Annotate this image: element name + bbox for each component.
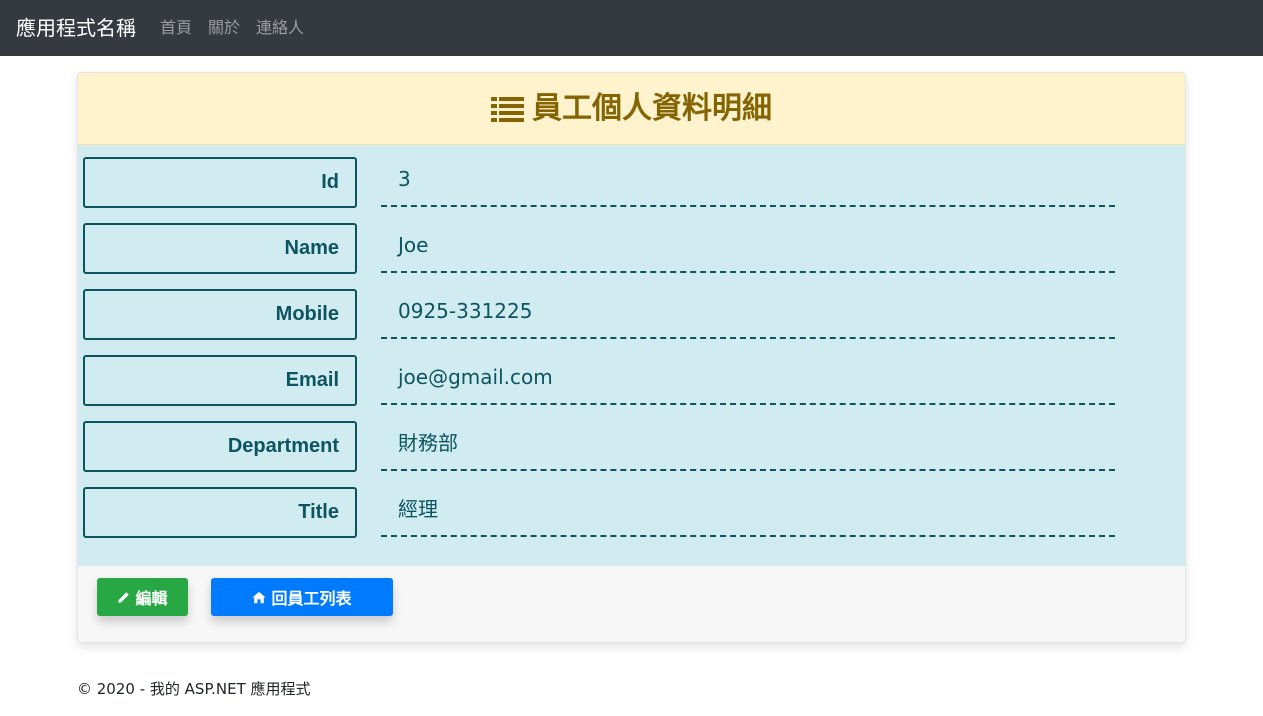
navbar: 應用程式名稱 首頁 關於 連絡人: [0, 0, 1263, 56]
page-title: 員工個人資料明細: [532, 91, 772, 126]
field-row-title: Title 經理: [78, 487, 1185, 539]
field-label-id: Id: [83, 157, 357, 208]
field-value-name: Joe: [398, 233, 429, 257]
page-title-wrapper: 員工個人資料明細: [78, 90, 1185, 128]
card-body: Id 3 Name Joe Mobile 0925-331225 Email j…: [78, 145, 1185, 566]
app-brand[interactable]: 應用程式名稱: [16, 14, 136, 42]
nav-link-about[interactable]: 關於: [208, 17, 240, 39]
field-divider: [381, 205, 1115, 207]
field-row-name: Name Joe: [78, 223, 1185, 275]
field-label-mobile: Mobile: [83, 289, 357, 340]
list-icon: [491, 94, 524, 122]
field-value-department: 財務部: [398, 431, 458, 455]
field-divider: [381, 271, 1115, 273]
field-value-id: 3: [398, 167, 411, 191]
pencil-icon: [118, 591, 130, 603]
field-row-department: Department 財務部: [78, 421, 1185, 473]
field-label-department: Department: [83, 421, 357, 472]
field-divider: [381, 403, 1115, 405]
field-divider: [381, 535, 1115, 537]
field-row-email: Email joe@gmail.com: [78, 355, 1185, 407]
card-footer: 編輯 回員工列表: [78, 566, 1185, 642]
field-label-title: Title: [83, 487, 357, 538]
nav-link-home[interactable]: 首頁: [160, 17, 192, 39]
back-to-list-button[interactable]: 回員工列表: [211, 578, 393, 616]
field-label-name: Name: [83, 223, 357, 274]
home-icon: [252, 591, 267, 603]
field-label-email: Email: [83, 355, 357, 406]
employee-detail-card: 員工個人資料明細 Id 3 Name Joe Mobile 0925-33122…: [77, 72, 1186, 643]
field-divider: [381, 337, 1115, 339]
field-row-id: Id 3: [78, 157, 1185, 209]
field-value-mobile: 0925-331225: [398, 299, 533, 323]
back-button-label: 回員工列表: [271, 589, 352, 608]
field-row-mobile: Mobile 0925-331225: [78, 289, 1185, 341]
card-header: 員工個人資料明細: [78, 73, 1185, 145]
edit-button[interactable]: 編輯: [97, 578, 188, 616]
page-footer: © 2020 - 我的 ASP.NET 應用程式: [77, 680, 311, 698]
field-value-email: joe@gmail.com: [398, 365, 553, 389]
nav-link-contact[interactable]: 連絡人: [256, 17, 304, 39]
field-divider: [381, 469, 1115, 471]
edit-button-label: 編輯: [135, 589, 168, 608]
field-value-title: 經理: [398, 497, 438, 521]
